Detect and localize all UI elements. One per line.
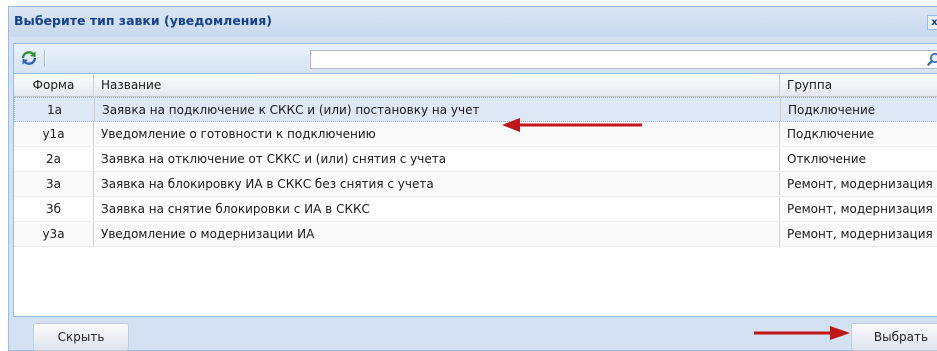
refresh-icon [21, 51, 37, 65]
row-name-cell: Уведомление о готовности к подключению [94, 122, 780, 146]
table-row[interactable]: 3а Заявка на блокировку ИА в СККС без сн… [14, 172, 937, 197]
column-header-group[interactable]: Группа [780, 74, 937, 96]
row-form-cell: 2а [14, 147, 94, 171]
row-form-cell: 3а [14, 172, 94, 196]
search-icon [927, 52, 937, 66]
table-row[interactable]: у1а Уведомление о готовности к подключен… [14, 122, 937, 147]
column-header-name[interactable]: Название [94, 74, 780, 96]
grid-body: 1а Заявка на подключение к СККС и (или) … [14, 97, 937, 247]
hide-button[interactable]: Скрыть [33, 323, 129, 351]
row-name-cell: Заявка на блокировку ИА в СККС без сняти… [94, 172, 780, 196]
row-form-cell: 3б [14, 197, 94, 221]
table-row[interactable]: у3а Уведомление о модернизации ИА Ремонт… [14, 222, 937, 247]
row-group-cell: Подключение [787, 127, 875, 141]
table-row[interactable]: 2а Заявка на отключение от СККС и (или) … [14, 147, 937, 172]
row-group-cell: Подключение [788, 103, 876, 117]
row-form-cell: 1а [15, 98, 95, 121]
row-name-cell: Уведомление о модернизации ИА [94, 222, 780, 246]
column-header-form[interactable]: Форма [14, 74, 94, 96]
row-form-cell: у1а [14, 122, 94, 146]
select-button[interactable]: Выбрать [851, 323, 937, 351]
grid-header: Форма Название Группа [14, 74, 937, 97]
dialog-window: Выберите тип завки (уведомления) x Форма… [8, 6, 937, 351]
dialog-title: Выберите тип завки (уведомления) [14, 13, 272, 28]
row-name-cell: Заявка на снятие блокировки с ИА в СККС [94, 197, 780, 221]
table-row[interactable]: 3б Заявка на снятие блокировки с ИА в СК… [14, 197, 937, 222]
toolbar-separator [44, 50, 45, 67]
refresh-button[interactable] [20, 49, 38, 67]
close-icon[interactable]: x [927, 15, 937, 30]
dialog-titlebar: Выберите тип завки (уведомления) x [9, 7, 937, 37]
arrow-left-icon [502, 118, 642, 132]
search-input[interactable] [310, 50, 937, 69]
row-group-cell: Ремонт, модернизация [787, 227, 933, 241]
row-name-cell: Заявка на отключение от СККС и (или) сня… [94, 147, 780, 171]
row-name-cell: Заявка на подключение к СККС и (или) пос… [95, 98, 781, 121]
row-group-cell: Ремонт, модернизация [787, 177, 933, 191]
search-button[interactable] [927, 52, 937, 66]
table-row[interactable]: 1а Заявка на подключение к СККС и (или) … [14, 97, 937, 122]
row-group-cell: Ремонт, модернизация [787, 202, 933, 216]
row-group-cell: Отключение [787, 152, 866, 166]
row-form-cell: у3а [14, 222, 94, 246]
toolbar [14, 44, 937, 74]
arrow-right-icon [754, 326, 850, 340]
grid-panel: Форма Название Группа 1а Заявка на подкл… [13, 43, 937, 317]
